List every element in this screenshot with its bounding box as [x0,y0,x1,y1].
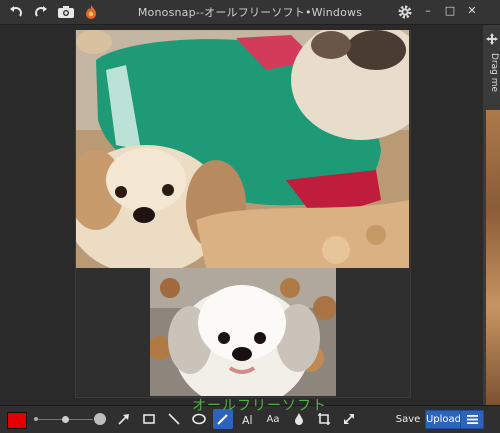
resize-icon [344,414,354,424]
hamburger-menu-icon [466,415,478,424]
dog-photo-white[interactable] [150,268,336,396]
editor-canvas[interactable] [0,25,483,405]
color-swatch[interactable] [7,412,27,429]
dog-photo-main-image [76,30,409,268]
rectangle-icon [143,414,155,424]
background-photo-strip [486,110,500,405]
save-button[interactable]: Save [394,411,422,428]
dog-photo-white-image [150,268,336,396]
svg-text:A: A [242,414,250,426]
watermark: オールフリーソフト [192,398,327,414]
maximize-button[interactable]: □ [440,2,460,18]
line-tool[interactable] [164,409,184,429]
line-icon [168,413,180,425]
text-style-label: Aa [266,413,280,425]
line-width-max-dot [94,413,106,425]
line-width-slider-knob[interactable] [62,416,69,423]
arrow-tool[interactable] [114,409,134,429]
upload-button[interactable]: Upload [425,410,462,429]
line-width-min-dot [34,417,38,421]
menu-button[interactable] [460,410,484,429]
settings-button[interactable] [394,2,416,22]
move-icon [486,33,498,45]
arrow-icon [118,414,129,425]
close-button[interactable]: ✕ [462,2,482,18]
title-bar: Monosnap--オールフリーソフト•Windows – □ ✕ [0,0,500,25]
resize-tool[interactable] [339,409,359,429]
gear-icon [398,5,412,19]
rectangle-tool[interactable] [139,409,159,429]
drag-me-label: Drag me [489,53,499,93]
minimize-button[interactable]: – [418,2,438,18]
dog-photo-main[interactable] [76,30,409,268]
